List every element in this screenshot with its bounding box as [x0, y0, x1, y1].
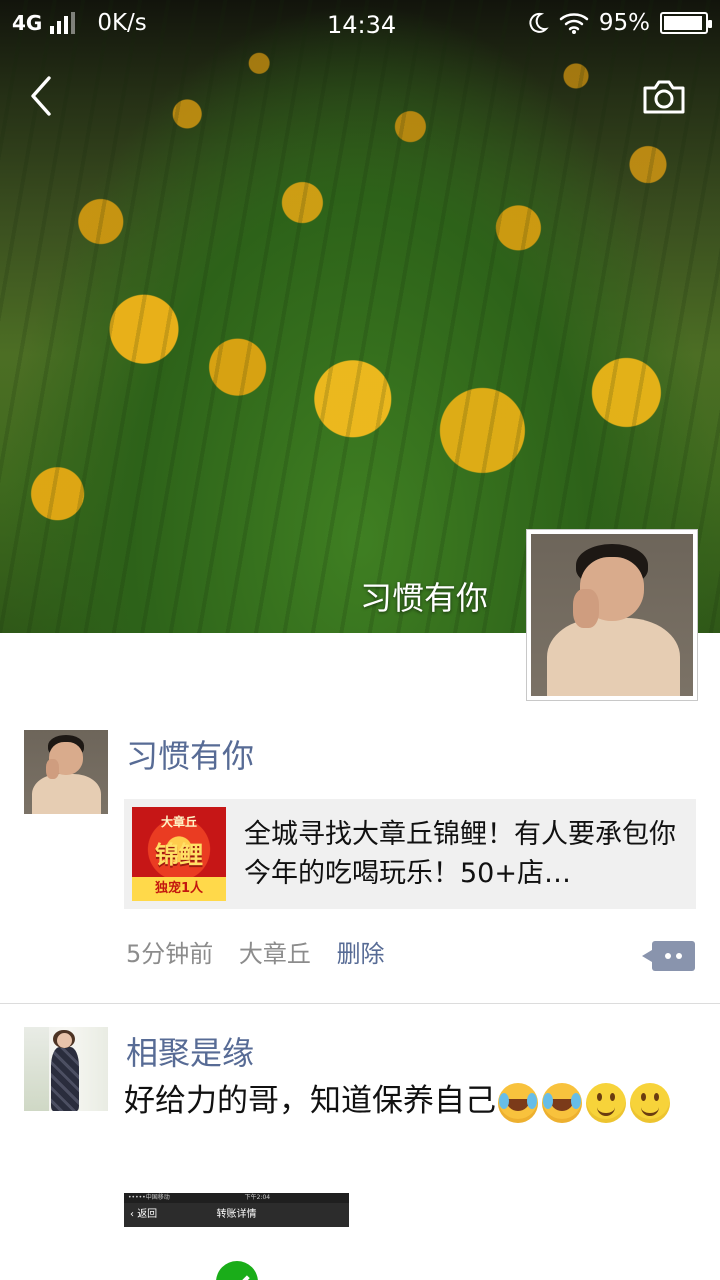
shared-link-title: 全城寻找大章丘锦鲤！有人要承包你今年的吃喝玩乐！50+店…	[244, 819, 676, 889]
moon-icon	[529, 12, 549, 33]
cover-username: 习惯有你	[360, 579, 489, 617]
screenshot-nav-bar: ‹ 返回 转账详情	[124, 1203, 349, 1227]
post-author[interactable]: 相聚是缘	[126, 1031, 254, 1075]
delete-button[interactable]: 删除	[337, 940, 385, 968]
wifi-icon	[559, 13, 589, 34]
post-avatar[interactable]	[24, 1027, 108, 1111]
thumb-bottom-text: 独宠1人	[132, 877, 226, 901]
post-avatar[interactable]	[24, 730, 108, 814]
post-text-content: 好给力的哥，知道保养自己	[124, 1083, 496, 1119]
comment-more-button[interactable]	[642, 941, 695, 971]
post-image-screenshot[interactable]: •••••中国移动 下午2:04 ‹ 返回 转账详情	[124, 1193, 349, 1280]
post-location[interactable]: 大章丘	[239, 940, 311, 968]
battery-icon	[660, 12, 712, 34]
more-dot-icon	[665, 953, 671, 959]
laughing-crying-emoji-icon	[542, 1082, 582, 1123]
feed-divider	[0, 1003, 720, 1004]
moment-post: 习惯有你 大章丘 锦鲤 独宠1人 全城寻找大章丘锦鲤！有人要承包你今年的吃喝玩乐…	[0, 730, 720, 1003]
battery-level	[664, 16, 702, 30]
check-icon	[216, 1261, 258, 1280]
post-author[interactable]: 习惯有你	[126, 734, 254, 778]
camera-icon	[643, 80, 685, 114]
screenshot-title: 转账详情	[216, 1209, 257, 1220]
avatar-image	[531, 534, 693, 696]
battery-percent: 95%	[598, 10, 650, 36]
post-meta: 5分钟前 大章丘 删除	[126, 936, 403, 972]
smile-emoji-icon	[586, 1082, 626, 1123]
screenshot-carrier: •••••中国移动	[128, 1194, 170, 1201]
network-type: 4G	[12, 11, 43, 35]
share-thumbnail: 大章丘 锦鲤 独宠1人	[132, 807, 226, 901]
signal-icon	[50, 12, 76, 34]
post-text: 好给力的哥，知道保养自己	[124, 1079, 699, 1123]
moment-post: 相聚是缘 好给力的哥，知道保养自己 •••••中国移动 下午2:04 ‹ 返回 …	[0, 1027, 720, 1280]
screenshot-status-bar: •••••中国移动 下午2:04	[124, 1193, 349, 1203]
screenshot-time: 下午2:04	[244, 1194, 271, 1201]
thumb-title: 大章丘	[160, 815, 197, 829]
more-dot-icon	[676, 953, 682, 959]
clock: 14:34	[327, 11, 397, 39]
chevron-left-icon	[31, 76, 51, 116]
shared-link-card[interactable]: 大章丘 锦鲤 独宠1人 全城寻找大章丘锦鲤！有人要承包你今年的吃喝玩乐！50+店…	[124, 799, 696, 909]
camera-button[interactable]	[640, 78, 688, 118]
laughing-crying-emoji-icon	[498, 1082, 538, 1123]
network-speed: 0K/s	[97, 10, 147, 36]
post-time: 5分钟前	[126, 940, 214, 968]
profile-avatar[interactable]	[527, 530, 697, 700]
status-bar: 4G 0K/s 14:34 95%	[0, 0, 720, 50]
back-button[interactable]	[22, 74, 62, 118]
smile-emoji-icon	[630, 1082, 670, 1123]
thumb-main-text: 锦鲤	[155, 841, 203, 869]
